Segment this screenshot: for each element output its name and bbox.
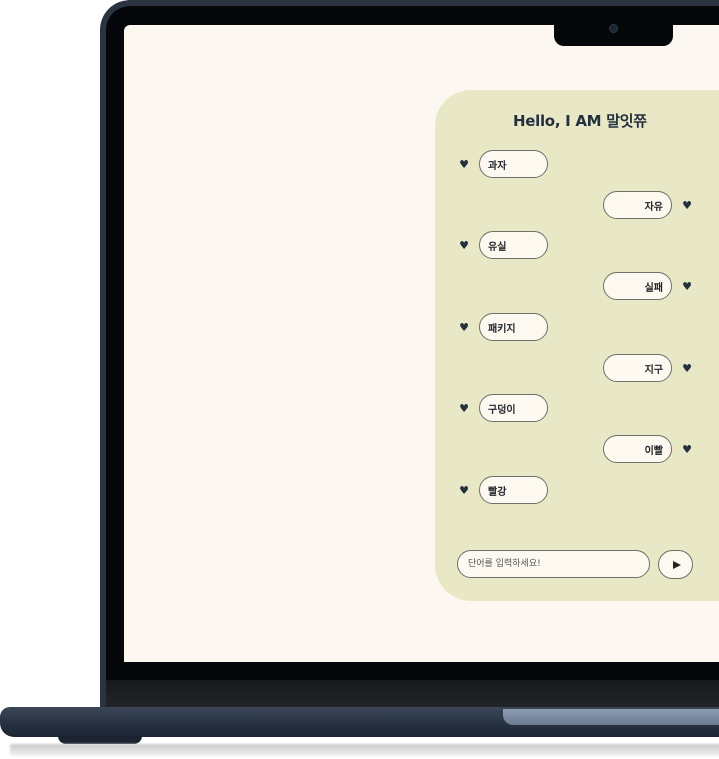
message-bubble: 자유 xyxy=(603,191,672,219)
chat-title: Hello, I AM 말잇쮸 xyxy=(513,112,647,130)
message-right: 지구 ♥ xyxy=(603,354,694,382)
heart-icon: ♥ xyxy=(682,279,692,293)
send-button[interactable] xyxy=(658,550,693,579)
message-left: ♥ 빨강 xyxy=(457,476,548,504)
heart-icon: ♥ xyxy=(459,157,469,171)
heart-icon: ♥ xyxy=(459,238,469,252)
play-icon xyxy=(672,560,681,569)
message-bubble: 과자 xyxy=(479,150,548,178)
message-bubble: 이빨 xyxy=(603,435,672,463)
heart-icon: ♥ xyxy=(682,361,692,375)
laptop-hinge xyxy=(106,680,719,708)
message-left: ♥ 과자 xyxy=(457,150,548,178)
message-left: ♥ 패키지 xyxy=(457,313,548,341)
laptop-base-notch xyxy=(503,709,719,725)
heart-icon: ♥ xyxy=(459,401,469,415)
message-left: ♥ 유실 xyxy=(457,231,548,259)
laptop-shadow xyxy=(10,744,719,756)
message-bubble: 지구 xyxy=(603,354,672,382)
heart-icon: ♥ xyxy=(682,198,692,212)
heart-icon: ♥ xyxy=(459,320,469,334)
heart-icon: ♥ xyxy=(459,483,469,497)
camera-icon xyxy=(609,24,618,33)
message-bubble: 구덩이 xyxy=(479,394,548,422)
message-left: ♥ 구덩이 xyxy=(457,394,548,422)
word-input[interactable] xyxy=(457,550,650,578)
message-right: 자유 ♥ xyxy=(603,191,694,219)
message-bubble: 패키지 xyxy=(479,313,548,341)
heart-icon: ♥ xyxy=(682,442,692,456)
message-bubble: 빨강 xyxy=(479,476,548,504)
message-bubble: 유실 xyxy=(479,231,548,259)
message-right: 이빨 ♥ xyxy=(603,435,694,463)
message-bubble: 실패 xyxy=(603,272,672,300)
laptop-foot xyxy=(58,736,142,744)
message-right: 실패 ♥ xyxy=(603,272,694,300)
